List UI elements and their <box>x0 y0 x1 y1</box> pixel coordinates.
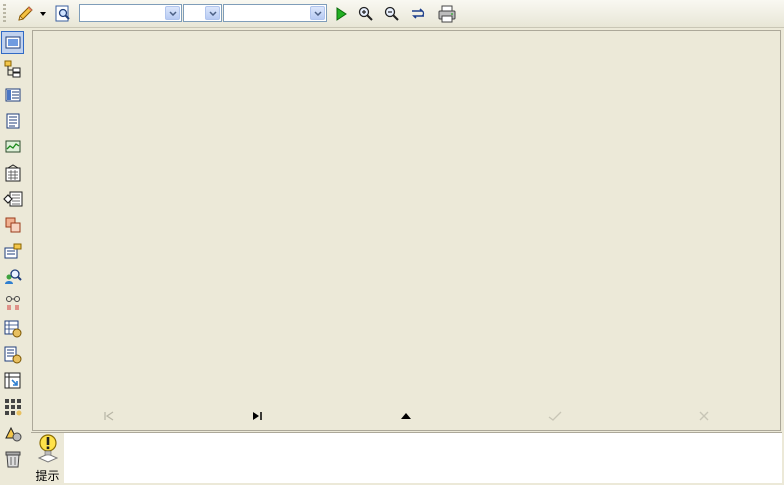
lightbulb-icon <box>36 433 60 466</box>
pencil-icon[interactable] <box>14 3 36 25</box>
chart-icon[interactable] <box>1 135 24 158</box>
table-pivot-icon[interactable] <box>1 369 24 392</box>
tree-view-icon[interactable] <box>1 57 24 80</box>
chevron-down-icon[interactable] <box>165 6 180 20</box>
toolbar <box>0 0 784 28</box>
up-icon[interactable] <box>398 408 414 424</box>
last-record-icon[interactable] <box>249 408 265 424</box>
combo-box-1[interactable] <box>79 4 182 22</box>
hint-label: 提示 <box>35 469 60 483</box>
zoom-out-icon[interactable] <box>381 3 403 25</box>
list-view-icon[interactable] <box>1 83 24 106</box>
combo-box-2[interactable] <box>183 4 222 22</box>
chevron-down-icon[interactable] <box>310 6 325 20</box>
combo-box-3[interactable] <box>223 4 327 22</box>
export-icon[interactable] <box>1 187 24 210</box>
cancel-icon[interactable] <box>696 408 712 424</box>
chevron-down-icon[interactable] <box>205 6 220 20</box>
first-record-icon[interactable] <box>101 408 117 424</box>
user-settings-icon[interactable] <box>1 421 24 444</box>
toolbar-grip[interactable] <box>3 4 6 24</box>
hint-button[interactable]: 提示 <box>31 433 64 484</box>
main-panel <box>32 30 781 431</box>
report-icon[interactable] <box>1 161 24 184</box>
refresh-icon[interactable] <box>407 3 429 25</box>
link-icon[interactable] <box>1 291 24 314</box>
hint-panel: 提示 <box>31 432 782 484</box>
application-window: 提示 <box>0 0 784 485</box>
trash-icon[interactable] <box>1 447 24 470</box>
navigation-bar <box>33 408 780 424</box>
document-icon[interactable] <box>1 109 24 132</box>
grid-settings-icon[interactable] <box>1 317 24 340</box>
sidebar <box>0 29 29 485</box>
properties-icon[interactable] <box>1 239 24 262</box>
form-view-icon[interactable] <box>1 31 24 54</box>
print-icon[interactable] <box>436 3 458 25</box>
layers-icon[interactable] <box>1 213 24 236</box>
zoom-in-icon[interactable] <box>355 3 377 25</box>
dropdown-arrow-icon[interactable] <box>36 3 50 25</box>
run-icon[interactable] <box>330 3 352 25</box>
preview-icon[interactable] <box>52 3 74 25</box>
matrix-icon[interactable] <box>1 395 24 418</box>
confirm-icon[interactable] <box>547 408 563 424</box>
doc-settings-icon[interactable] <box>1 343 24 366</box>
search-users-icon[interactable] <box>1 265 24 288</box>
